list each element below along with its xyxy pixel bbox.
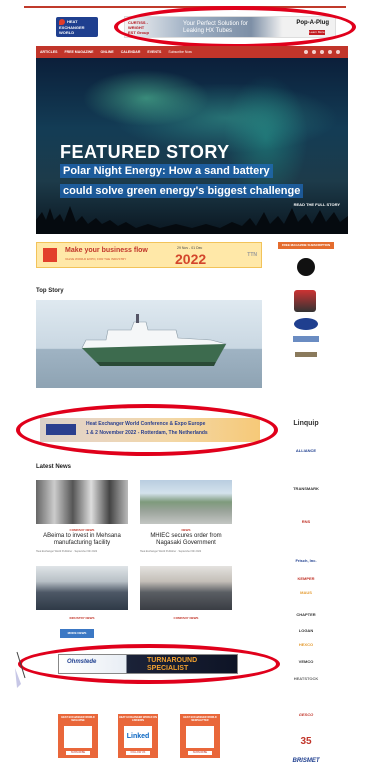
latest-news-heading: Latest News: [36, 464, 72, 470]
sponsor-logo-red[interactable]: [294, 290, 316, 312]
banner-year: 2022: [175, 251, 207, 267]
highlight-oval-bottom-ad: [18, 644, 280, 684]
banner-brand: TTN: [247, 252, 257, 258]
promo-caption: HEAT EXCHANGER WORLD MAGAZINE: [61, 716, 95, 722]
nav-item-online[interactable]: ONLINE: [100, 50, 113, 54]
valve-world-expo-banner[interactable]: Make your business flow VALVE WORLD EXPO…: [36, 242, 262, 268]
sponsor-logo-frisch[interactable]: Frisch, Inc.: [284, 558, 328, 563]
free-magazine-subscription-button[interactable]: FREE MAGAZINE SUBSCRIPTION: [278, 242, 334, 249]
nav-item-subscribe[interactable]: Subscribe Now: [168, 50, 192, 54]
featured-story-hero[interactable]: FEATURED STORY Polar Night Energy: How a…: [36, 58, 348, 234]
sponsor-logo-kemper[interactable]: KEMPER: [284, 576, 328, 581]
logo-text-3: WORLD: [59, 30, 75, 35]
sponsor-logo-blue-text[interactable]: [293, 336, 319, 342]
news-title[interactable]: MHIEC secures order from Nagasaki Govern…: [140, 533, 232, 547]
sponsor-logo-alliance[interactable]: ALLIANCE: [284, 448, 328, 453]
featured-headline-line-1[interactable]: Polar Night Energy: How a sand battery: [60, 164, 273, 178]
sponsor-logo-linquip[interactable]: Linquip: [284, 420, 328, 427]
featured-story-label: FEATURED STORY: [60, 142, 230, 162]
news-meta: Heat Exchanger World Publisher · Septemb…: [140, 550, 202, 553]
sponsor-logo-circle[interactable]: [297, 258, 315, 276]
sponsor-logo-chapter[interactable]: CHAPTER: [284, 612, 328, 617]
main-nav: ARTICLES FREE MAGAZINE ONLINE CALENDAR E…: [36, 46, 348, 58]
news-category[interactable]: COMPANY NEWS: [36, 528, 128, 532]
sponsor-logo-logan[interactable]: LOGAN: [284, 628, 328, 633]
news-category[interactable]: COMPANY NEWS: [140, 616, 232, 620]
sponsor-logo-rns[interactable]: RNS: [284, 519, 328, 524]
linkedin-icon[interactable]: [312, 50, 316, 54]
linkedin-logo: Linked: [124, 726, 152, 748]
sponsor-logo-maus[interactable]: MAUS: [284, 590, 328, 595]
valve-icon: [43, 248, 57, 262]
magazine-cover: [64, 726, 92, 748]
twitter-icon[interactable]: [320, 50, 324, 54]
rss-icon[interactable]: [336, 50, 340, 54]
subscribe-button[interactable]: SUBSCRIBE: [66, 751, 90, 755]
youtube-icon[interactable]: [328, 50, 332, 54]
social-icons: [304, 50, 348, 54]
sponsor-logo-brismet[interactable]: BRISMET: [284, 758, 328, 764]
news-category[interactable]: INDUSTRY NEWS: [36, 616, 128, 620]
magazine-promo-2[interactable]: HEAT EXCHANGER WORLD ON LINKEDIN Linked …: [118, 714, 158, 758]
sponsor-logo-transmark[interactable]: TRANSMARK: [284, 486, 328, 491]
top-story-heading: Top Story: [36, 288, 64, 294]
magazine-promo-3[interactable]: HEAT EXCHANGER WORLD NEWSLETTER SUBSCRIB…: [180, 714, 220, 758]
newsletter-cover: [186, 726, 214, 748]
nav-item-calendar[interactable]: CALENDAR: [121, 50, 141, 54]
nav-item-events[interactable]: EVENTS: [147, 50, 161, 54]
more-news-button[interactable]: MORE NEWS: [60, 629, 94, 638]
magazine-promo-1[interactable]: HEAT EXCHANGER WORLD MAGAZINE SUBSCRIBE: [58, 714, 98, 758]
promo-caption: HEAT EXCHANGER WORLD ON LINKEDIN: [119, 716, 157, 722]
featured-headline-line-2[interactable]: could solve green energy's biggest chall…: [60, 184, 304, 198]
forest-silhouette: [36, 206, 348, 234]
read-full-story-link[interactable]: READ THE FULL STORY: [294, 202, 340, 207]
news-category[interactable]: NEWS: [140, 528, 232, 532]
news-image-group-2[interactable]: [140, 566, 232, 610]
sponsor-logo-small[interactable]: [295, 352, 317, 357]
ship-illustration: [81, 314, 227, 366]
facebook-icon[interactable]: [304, 50, 308, 54]
news-image-group-1[interactable]: [36, 566, 128, 610]
sponsor-logo-vemco[interactable]: VEMCO: [284, 659, 328, 664]
top-story-image[interactable]: [36, 300, 262, 388]
highlight-oval-header-ad: [114, 6, 356, 48]
promo-caption: HEAT EXCHANGER WORLD NEWSLETTER: [183, 716, 217, 722]
sponsor-logo-35[interactable]: 35: [284, 736, 328, 747]
news-title[interactable]: ABeima to invest in Mehsana manufacturin…: [36, 533, 128, 547]
subscribe-button[interactable]: SUBSCRIBE: [188, 751, 212, 755]
logo-text-1: HEAT: [67, 19, 78, 25]
nav-item-articles[interactable]: ARTICLES: [40, 50, 58, 54]
stray-slash-mark: [15, 651, 26, 688]
sponsor-logo-heatstock[interactable]: HEATSTOCK: [284, 676, 328, 681]
banner-title: Make your business flow: [65, 247, 148, 254]
banner-dates: 29 Nov - 01 Dec: [177, 246, 203, 250]
sponsor-logo-ohmstede[interactable]: [294, 318, 318, 330]
sponsor-logo-gesco[interactable]: GESCO: [284, 712, 328, 717]
highlight-oval-conference: [16, 404, 278, 456]
banner-subtitle: VALVE WORLD EXPO, FOR THE INDUSTRY: [65, 257, 127, 261]
sponsor-logo-hexco[interactable]: HEXCO: [284, 642, 328, 647]
site-logo[interactable]: HEAT EXCHANGER WORLD: [56, 17, 98, 37]
news-image-mhiec[interactable]: [140, 480, 232, 524]
follow-us-button[interactable]: FOLLOW US: [126, 751, 150, 755]
news-image-abeima[interactable]: [36, 480, 128, 524]
news-meta: Heat Exchanger World Publisher · Septemb…: [36, 550, 98, 553]
nav-item-free-magazine[interactable]: FREE MAGAZINE: [65, 50, 94, 54]
